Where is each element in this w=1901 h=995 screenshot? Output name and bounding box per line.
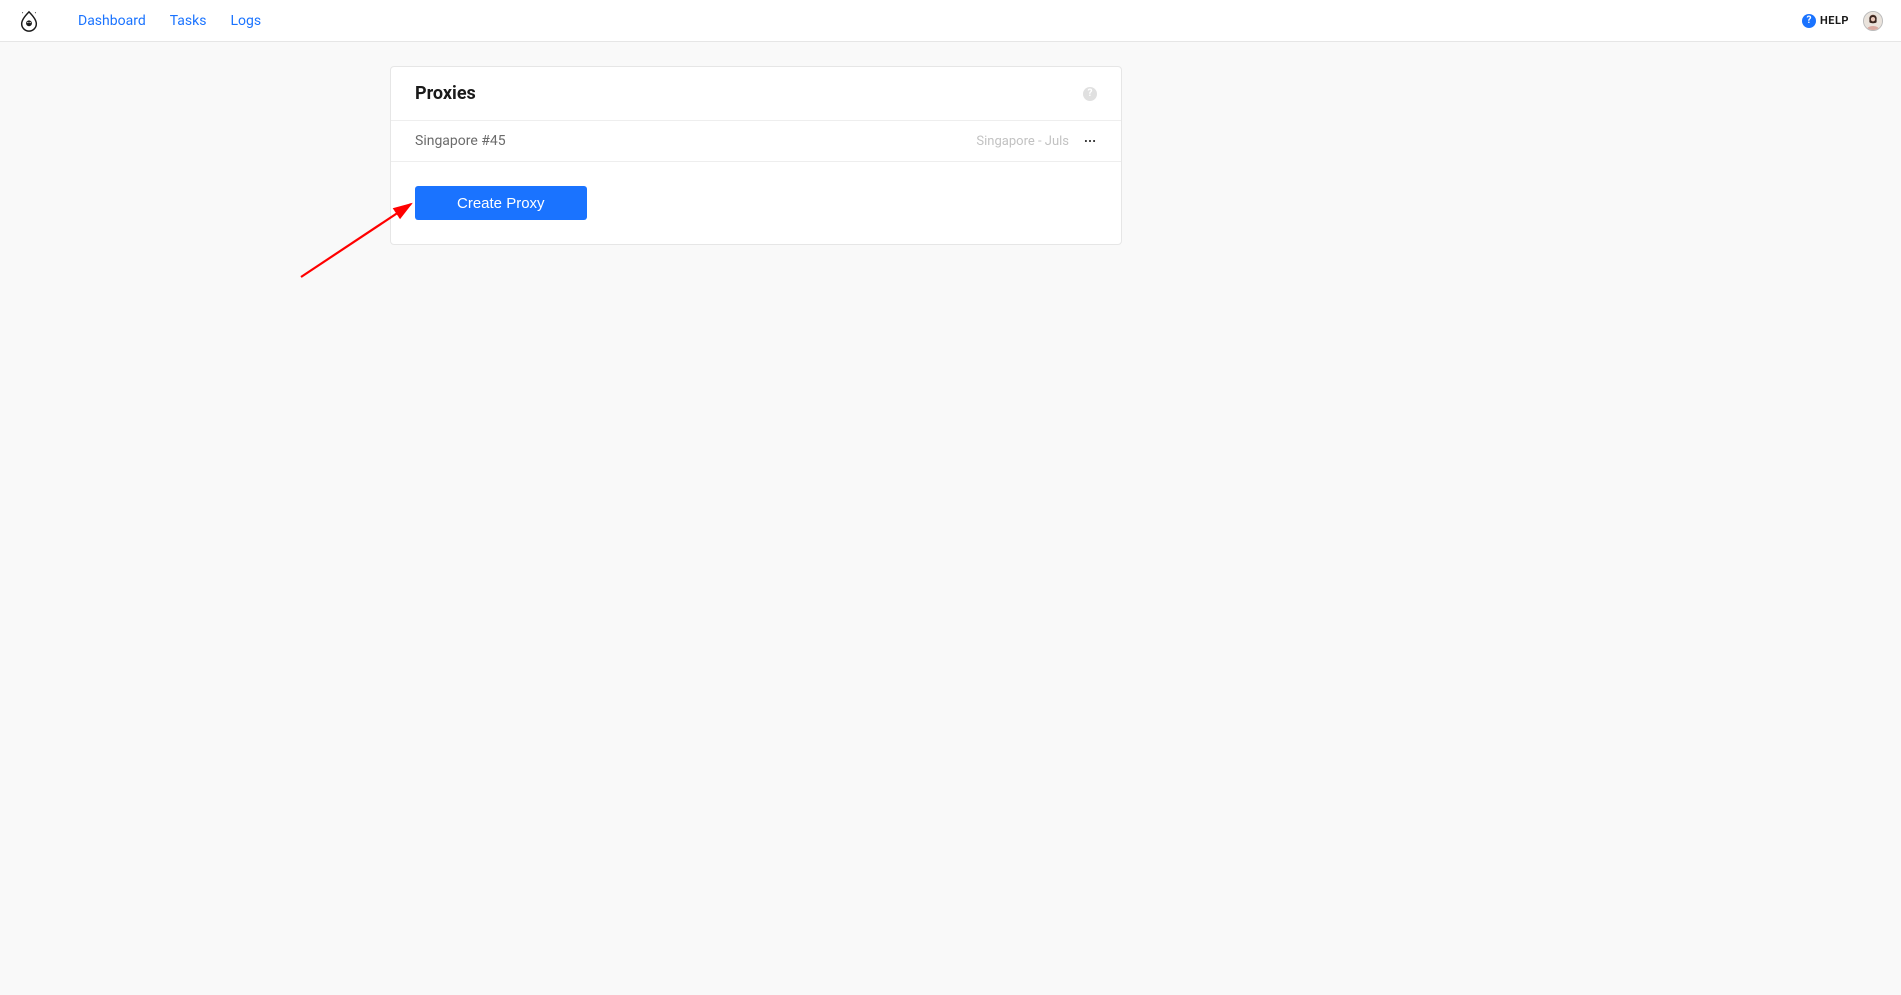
proxies-card: Proxies ? Singapore #45 Singapore - Juls… [390, 66, 1122, 245]
card-header: Proxies ? [391, 67, 1121, 121]
card-help-icon[interactable]: ? [1083, 87, 1097, 101]
create-proxy-button[interactable]: Create Proxy [415, 186, 587, 220]
help-label: HELP [1820, 14, 1849, 27]
card-footer: Create Proxy [391, 162, 1121, 244]
nav-link-logs[interactable]: Logs [230, 13, 261, 29]
nav-links: Dashboard Tasks Logs [78, 13, 261, 29]
proxy-meta: Singapore - Juls [976, 134, 1069, 149]
card-title: Proxies [415, 83, 476, 104]
help-button[interactable]: ? HELP [1802, 14, 1849, 28]
help-icon: ? [1802, 14, 1816, 28]
nav-link-dashboard[interactable]: Dashboard [78, 13, 146, 29]
more-icon[interactable] [1083, 134, 1097, 148]
main-content: Proxies ? Singapore #45 Singapore - Juls… [0, 42, 1901, 245]
proxy-name: Singapore #45 [415, 133, 506, 149]
proxy-row-right: Singapore - Juls [976, 134, 1097, 149]
nav-link-tasks[interactable]: Tasks [170, 13, 207, 29]
app-logo-icon[interactable] [18, 10, 40, 32]
user-avatar[interactable] [1863, 11, 1883, 31]
navbar-left: Dashboard Tasks Logs [18, 10, 261, 32]
navbar-right: ? HELP [1802, 11, 1883, 31]
proxy-row[interactable]: Singapore #45 Singapore - Juls [391, 121, 1121, 162]
top-navbar: Dashboard Tasks Logs ? HELP [0, 0, 1901, 42]
